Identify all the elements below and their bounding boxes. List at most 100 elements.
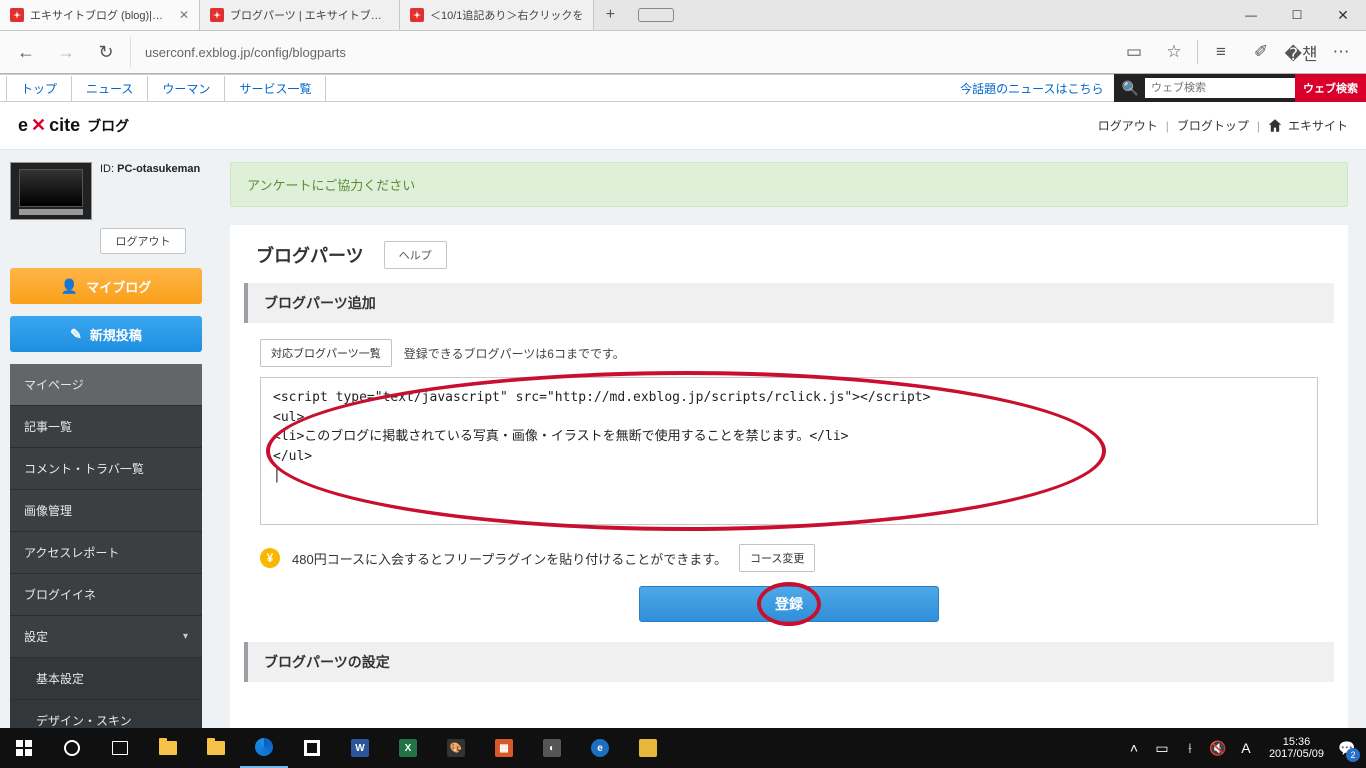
topnav-item[interactable]: ウーマン (147, 76, 225, 101)
topnav-item[interactable]: サービス一覧 (224, 76, 326, 101)
tab-label: ブログパーツ | エキサイトブログ (230, 7, 389, 23)
tab-label: ＜10/1追記あり＞右クリックを (430, 7, 583, 23)
course-change-button[interactable]: コース変更 (739, 544, 815, 572)
explorer-button[interactable] (144, 728, 192, 768)
chevron-down-icon: ▾ (183, 631, 188, 642)
edge-icon (255, 738, 273, 756)
minimize-button[interactable]: — (1228, 0, 1274, 30)
nav-settings-basic[interactable]: 基本設定 (10, 658, 202, 700)
share-icon[interactable]: �첀 (1282, 32, 1320, 72)
nav-images[interactable]: 画像管理 (10, 490, 202, 532)
compatible-parts-button[interactable]: 対応ブログパーツ一覧 (260, 339, 392, 367)
logo-x-icon: ✕ (31, 115, 46, 136)
browser-tab-strip: エキサイトブログ (blog)|ブロ ✕ ブログパーツ | エキサイトブログ ＜… (0, 0, 1366, 31)
favorite-icon[interactable]: ☆ (1155, 32, 1193, 72)
close-window-button[interactable]: ✕ (1320, 0, 1366, 30)
submit-wrap: 登録 (260, 586, 1318, 632)
app1-button[interactable]: ▦ (480, 728, 528, 768)
search-input[interactable] (1145, 78, 1295, 98)
excel-button[interactable]: X (384, 728, 432, 768)
forward-button[interactable]: → (46, 32, 86, 72)
word-button[interactable]: W (336, 728, 384, 768)
browser-tab-0[interactable]: エキサイトブログ (blog)|ブロ ✕ (0, 0, 200, 30)
url-field[interactable]: userconf.exblog.jp/config/blogparts (130, 37, 1115, 67)
button-label: 新規投稿 (90, 325, 142, 344)
paint-button[interactable]: 🎨 (432, 728, 480, 768)
notes-icon (639, 739, 657, 757)
volume-icon[interactable]: 🔇 (1205, 740, 1231, 757)
app2-button[interactable]: ◐ (528, 728, 576, 768)
myblog-button[interactable]: 👤 マイブログ (10, 268, 202, 304)
logo-text: e (18, 115, 28, 136)
clock[interactable]: 15:36 2017/05/09 (1261, 736, 1332, 760)
topnav-item[interactable]: トップ (6, 76, 72, 101)
taskbar: W X 🎨 ▦ ◐ e ˄ ▭ ⟊ 🔇 A 15:36 2017/05/09 💬… (0, 728, 1366, 768)
pencil-icon: ✎ (70, 326, 82, 343)
header-blogtop-link[interactable]: ブログトップ (1177, 117, 1249, 134)
reading-view-icon[interactable]: ▭ (1115, 32, 1153, 72)
new-tab-button[interactable]: + (594, 0, 626, 30)
panel-blogparts: ブログパーツ ヘルプ ブログパーツ追加 対応ブログパーツ一覧 登録できるブログパ… (230, 225, 1348, 728)
page-title: ブログパーツ (256, 242, 364, 268)
back-button[interactable]: ← (6, 32, 46, 72)
newpost-button[interactable]: ✎ 新規投稿 (10, 316, 202, 352)
app-icon: ▦ (495, 739, 513, 757)
tray-chevron-icon[interactable]: ˄ (1121, 740, 1147, 756)
help-button[interactable]: ヘルプ (384, 241, 447, 269)
promo-link[interactable]: 今話題のニュースはこちら (956, 80, 1113, 97)
main-content: アンケートにご協力ください ブログパーツ ヘルプ ブログパーツ追加 対応ブログパ… (212, 150, 1366, 728)
upsell-row: ¥ 480円コースに入会するとフリープラグインを貼り付けることができます。 コー… (260, 544, 1318, 572)
user-id: ID: PC-otasukeman (100, 162, 200, 220)
header-excite-link[interactable]: エキサイト (1288, 117, 1348, 134)
nav-access[interactable]: アクセスレポート (10, 532, 202, 574)
cortana-button[interactable] (48, 728, 96, 768)
ie-button[interactable]: e (576, 728, 624, 768)
favicon-icon (410, 8, 424, 22)
home-icon (1268, 119, 1282, 133)
more-icon[interactable]: ⋯ (1322, 32, 1360, 72)
close-icon[interactable]: ✕ (179, 8, 189, 22)
clock-date: 2017/05/09 (1269, 748, 1324, 760)
nav-articles[interactable]: 記事一覧 (10, 406, 202, 448)
browser-tab-2[interactable]: ＜10/1追記あり＞右クリックを (400, 0, 594, 30)
notes-button[interactable] (624, 728, 672, 768)
ie-icon: e (591, 739, 609, 757)
refresh-button[interactable]: ↻ (86, 32, 126, 72)
site-search: 🔍 ウェブ検索 (1114, 74, 1366, 102)
nav-like[interactable]: ブログイイネ (10, 574, 202, 616)
clock-time: 15:36 (1269, 736, 1324, 748)
register-button[interactable]: 登録 (639, 586, 939, 622)
body: ID: PC-otasukeman ログアウト 👤 マイブログ ✎ 新規投稿 マ… (0, 150, 1366, 728)
topnav-item[interactable]: ニュース (71, 76, 148, 101)
taskview-button[interactable] (96, 728, 144, 768)
store-button[interactable] (288, 728, 336, 768)
divider: | (1257, 119, 1260, 133)
section-config-body (230, 698, 1348, 718)
nav-settings[interactable]: 設定 ▾ (10, 616, 202, 658)
divider: | (1166, 119, 1169, 133)
explorer2-button[interactable] (192, 728, 240, 768)
hub-icon[interactable]: ≡ (1202, 32, 1240, 72)
webnote-icon[interactable]: ✐ (1242, 32, 1280, 72)
start-button[interactable] (0, 728, 48, 768)
edge-button[interactable] (240, 728, 288, 768)
wifi-icon[interactable]: ⟊ (1177, 740, 1203, 757)
nav-comments[interactable]: コメント・トラバ一覧 (10, 448, 202, 490)
logo-sub: ブログ (87, 116, 129, 136)
header-logout-link[interactable]: ログアウト (1098, 117, 1158, 134)
section-add-body: 対応ブログパーツ一覧 登録できるブログパーツは6コまでです。 ¥ 480円コース… (230, 339, 1348, 632)
sidebar-logout-button[interactable]: ログアウト (100, 228, 186, 254)
folder-icon (207, 741, 225, 755)
nav-label: 設定 (24, 628, 48, 645)
site-logo[interactable]: e✕cite ブログ (18, 115, 129, 136)
separator (1197, 40, 1198, 64)
search-button[interactable]: ウェブ検索 (1295, 74, 1366, 102)
blogparts-textarea[interactable] (260, 377, 1318, 525)
notice-banner[interactable]: アンケートにご協力ください (230, 162, 1348, 207)
browser-tab-1[interactable]: ブログパーツ | エキサイトブログ (200, 0, 400, 30)
ime-indicator[interactable]: A (1233, 740, 1259, 756)
battery-icon[interactable]: ▭ (1149, 740, 1175, 757)
maximize-button[interactable]: ☐ (1274, 0, 1320, 30)
section-config-title: ブログパーツの設定 (244, 642, 1334, 682)
nav-mypage[interactable]: マイページ (10, 364, 202, 406)
